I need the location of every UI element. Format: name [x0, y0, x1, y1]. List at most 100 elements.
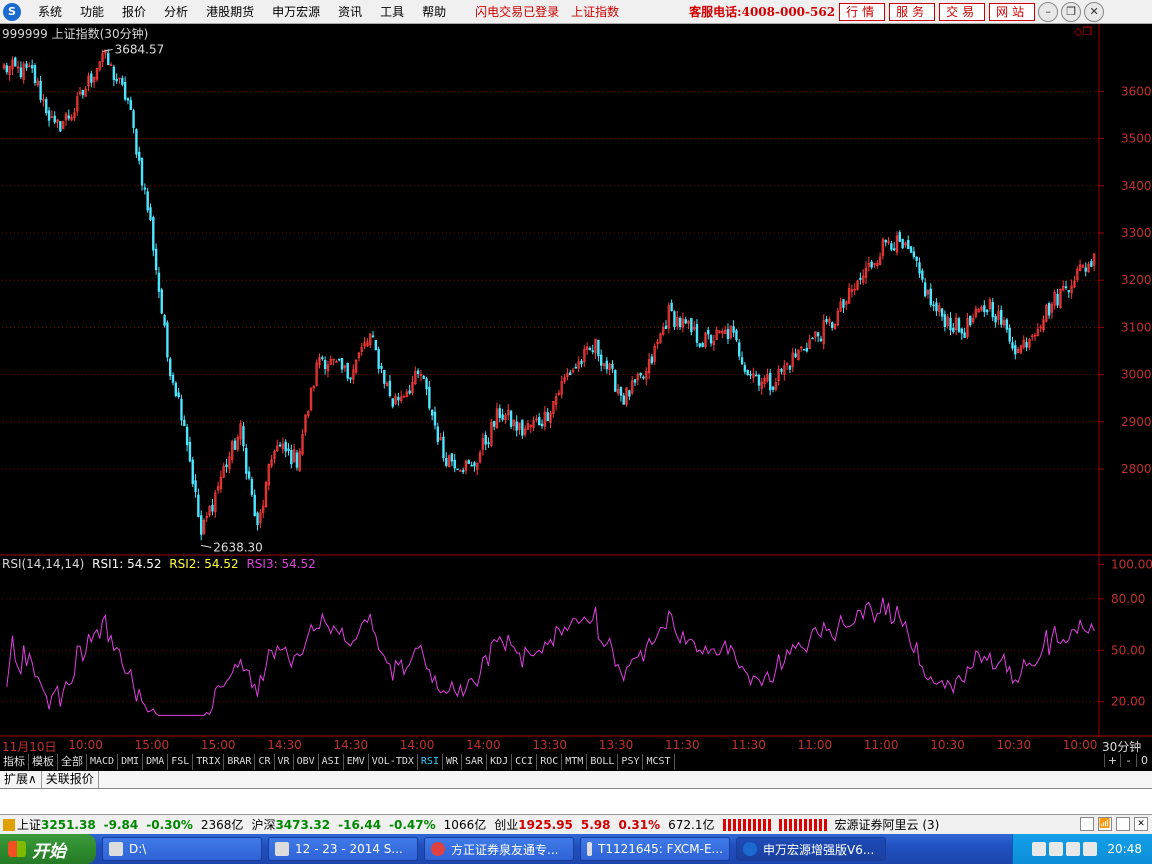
task-explorer[interactable]: D:\ — [102, 837, 262, 861]
task-fxcm[interactable]: T1121645: FXCM-E... — [580, 837, 730, 861]
candle-body — [59, 121, 62, 132]
tab-roc[interactable]: ROC — [537, 754, 563, 770]
tab-全部[interactable]: 全部 — [58, 754, 87, 770]
time-tick-label: 14:00 — [466, 738, 501, 752]
candle-body — [371, 335, 375, 338]
tab-wr[interactable]: WR — [443, 754, 463, 770]
task-doc[interactable]: 12 - 23 - 2014 S... — [268, 837, 418, 861]
service-button[interactable]: 服务 — [889, 2, 936, 21]
chart-canvas[interactable]: 3600 3500 3400 3300 3200 3100 3000 2900 2800 368… — [0, 24, 1152, 737]
tab-cci[interactable]: CCI — [512, 754, 538, 770]
tray-volume-icon[interactable] — [1066, 842, 1081, 856]
tab-cr[interactable]: CR — [255, 754, 275, 770]
sub-bar: 扩展∧ 关联报价 — [0, 771, 1152, 788]
time-tick-label: 11月10日 — [2, 740, 57, 754]
note-icon[interactable] — [1080, 817, 1094, 831]
tab-sar[interactable]: SAR — [462, 754, 488, 770]
period-label[interactable]: 30分钟 — [1102, 738, 1141, 755]
start-button[interactable]: 开始 — [0, 834, 96, 864]
menu-analysis[interactable]: 分析 — [155, 3, 197, 20]
candle-body — [140, 157, 144, 186]
tab-macd[interactable]: MACD — [87, 754, 119, 770]
menu-tools[interactable]: 工具 — [371, 3, 413, 20]
candle-body — [453, 459, 456, 469]
candle-body — [323, 359, 327, 370]
candle-body — [754, 374, 758, 377]
minimize-icon[interactable]: – — [1038, 1, 1059, 22]
restore-icon[interactable]: ❐ — [1061, 1, 1082, 22]
website-button[interactable]: 网站 — [989, 2, 1036, 21]
chart-corner-icons[interactable]: ◇❐ — [1074, 25, 1092, 38]
flash-trade-status: 闪电交易已登录 — [475, 5, 560, 19]
candle-body — [690, 318, 693, 332]
candle-body — [515, 421, 518, 431]
candle-body — [278, 444, 282, 447]
tab-fsl[interactable]: FSL — [168, 754, 194, 770]
candle-body — [160, 289, 163, 314]
menu-hk-futures[interactable]: 港股期货 — [197, 3, 263, 20]
menu-help[interactable]: 帮助 — [413, 3, 455, 20]
swhy-app-icon — [743, 842, 757, 856]
tab-mcst[interactable]: MCST — [643, 754, 675, 770]
candle-body — [929, 288, 932, 306]
service-hotline: 客服电话:4008-000-562 — [689, 5, 836, 19]
task-founder[interactable]: 方正证券泉友通专... — [424, 837, 574, 861]
candle-body — [5, 65, 9, 73]
add-indicator-button[interactable]: + — [1104, 754, 1120, 767]
tab-rsi[interactable]: RSI — [418, 754, 443, 770]
tab-asi[interactable]: ASI — [319, 754, 344, 770]
sh-label: 上证 — [17, 818, 42, 832]
tab-vol-tdx[interactable]: VOL-TDX — [369, 754, 418, 770]
trade-button[interactable]: 交易 — [939, 2, 986, 21]
task-swhy[interactable]: 申万宏源增强版V6... — [736, 837, 886, 861]
close-icon[interactable]: ✕ — [1084, 1, 1105, 22]
tray-security-icon[interactable] — [1049, 842, 1064, 856]
max-label: 3684.57 — [115, 42, 165, 56]
menu-function[interactable]: 功能 — [71, 3, 113, 20]
signal-icon[interactable]: 📶 — [1098, 817, 1112, 831]
tab-指标[interactable]: 指标 — [0, 754, 29, 770]
rsi-line — [6, 597, 1095, 716]
lock-icon[interactable] — [1116, 817, 1130, 831]
app-logo-icon[interactable]: S — [3, 2, 21, 21]
tab-obv[interactable]: OBV — [294, 754, 319, 770]
time-tick-label: 10:30 — [996, 738, 1032, 752]
candles — [2, 49, 1096, 541]
candle-body — [811, 337, 814, 340]
candle-body — [825, 319, 828, 323]
tab-dma[interactable]: DMA — [143, 754, 169, 770]
tab-boll[interactable]: BOLL — [587, 754, 619, 770]
time-tick-label: 14:00 — [399, 738, 435, 752]
tab-trix[interactable]: TRIX — [193, 754, 225, 770]
close-panel-icon[interactable]: ✕ — [1134, 817, 1148, 831]
menubar: S 系统 功能 报价 分析 港股期货 申万宏源 资讯 工具 帮助 闪电交易已登录… — [0, 0, 1152, 24]
tab-psy[interactable]: PSY — [618, 754, 644, 770]
expand-button[interactable]: 扩展∧ — [0, 771, 42, 788]
tab-模板[interactable]: 模板 — [29, 754, 58, 770]
menu-swhy[interactable]: 申万宏源 — [263, 3, 329, 20]
candle-body — [132, 110, 135, 129]
reset-indicator-button[interactable]: 0 — [1136, 754, 1152, 767]
candle-body — [915, 256, 918, 261]
market-button[interactable]: 行情 — [839, 2, 886, 21]
tab-kdj[interactable]: KDJ — [487, 754, 513, 770]
menu-news[interactable]: 资讯 — [329, 3, 371, 20]
tray-app-icon[interactable] — [1083, 842, 1098, 856]
related-quote-button[interactable]: 关联报价 — [42, 771, 99, 788]
candle-body — [47, 110, 51, 121]
time-tick-label: 11:00 — [863, 738, 899, 752]
candle-body — [698, 343, 702, 347]
tab-brar[interactable]: BRAR — [224, 754, 256, 770]
menu-system[interactable]: 系统 — [29, 3, 71, 20]
broker-label[interactable]: 宏源证券阿里云 (3) — [835, 816, 940, 833]
tab-mtm[interactable]: MTM — [562, 754, 588, 770]
remove-indicator-button[interactable]: - — [1120, 754, 1136, 767]
menu-quote[interactable]: 报价 — [113, 3, 155, 20]
tab-emv[interactable]: EMV — [344, 754, 369, 770]
tray-icons — [1029, 842, 1098, 856]
candle-body — [816, 332, 820, 337]
tab-dmi[interactable]: DMI — [118, 754, 144, 770]
tray-network-icon[interactable] — [1032, 842, 1047, 856]
price-tick-label: 3200 — [1121, 273, 1152, 287]
tab-vr[interactable]: VR — [275, 754, 294, 770]
